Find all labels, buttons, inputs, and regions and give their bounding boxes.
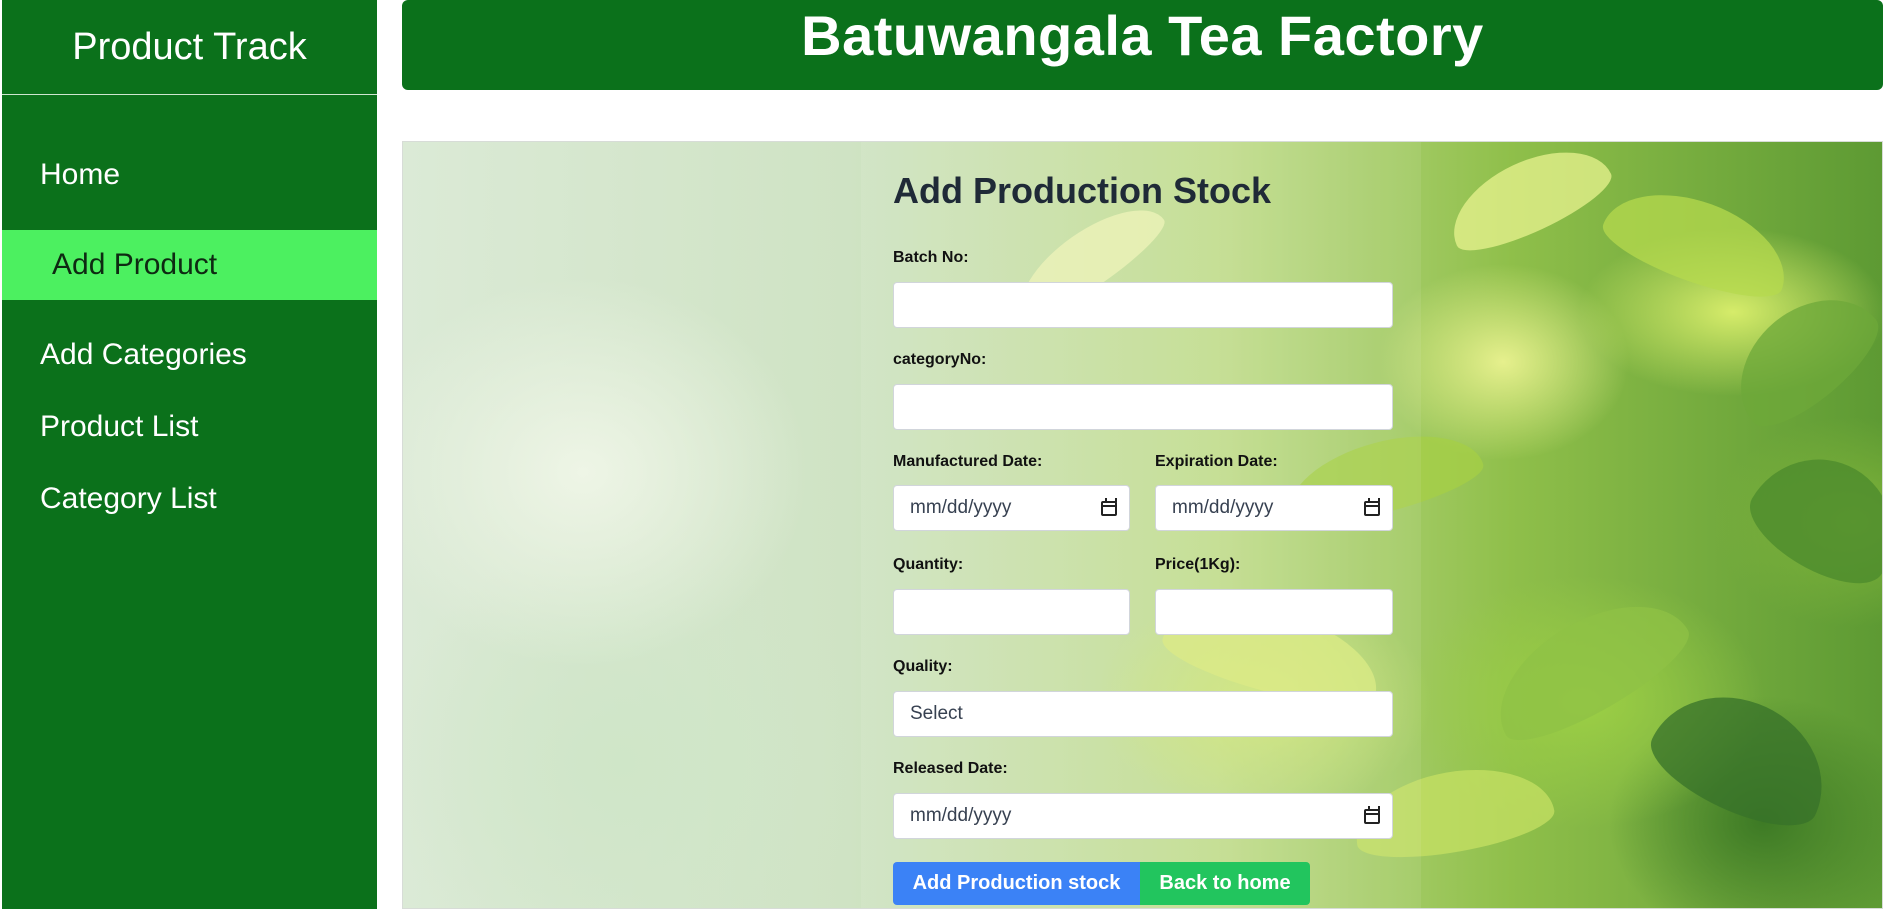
released-date-value: mm/dd/yyyy bbox=[910, 805, 1012, 826]
back-to-home-button[interactable]: Back to home bbox=[1140, 862, 1310, 905]
manufactured-date-input[interactable]: mm/dd/yyyy bbox=[893, 485, 1130, 531]
calendar-icon[interactable] bbox=[1364, 805, 1380, 824]
released-date-label: Released Date: bbox=[893, 760, 1008, 777]
leaf-shape bbox=[1595, 171, 1801, 313]
released-date-input[interactable]: mm/dd/yyyy bbox=[893, 793, 1393, 839]
calendar-icon[interactable] bbox=[1364, 497, 1380, 516]
batch-no-label: Batch No: bbox=[893, 249, 969, 266]
sidebar-item-category-list[interactable]: Category List bbox=[2, 474, 377, 524]
batch-no-input[interactable] bbox=[893, 282, 1393, 328]
quantity-input[interactable] bbox=[893, 589, 1130, 635]
sidebar-item-label: Add Product bbox=[52, 248, 218, 281]
expiration-date-value: mm/dd/yyyy bbox=[1172, 497, 1274, 518]
leaf-shape bbox=[1735, 431, 1882, 603]
sidebar-item-home[interactable]: Home bbox=[2, 145, 377, 205]
page-title: Batuwangala Tea Factory bbox=[801, 3, 1484, 67]
expiration-date-label: Expiration Date: bbox=[1155, 453, 1278, 470]
add-production-stock-button[interactable]: Add Production stock bbox=[893, 862, 1140, 905]
sidebar-item-label: Add Categories bbox=[40, 338, 247, 371]
leaf-shape bbox=[1712, 271, 1882, 443]
leaf-shape bbox=[1436, 142, 1620, 265]
category-no-input[interactable] bbox=[893, 384, 1393, 430]
quality-label: Quality: bbox=[893, 658, 953, 675]
price-input[interactable] bbox=[1155, 589, 1393, 635]
sidebar-item-add-product[interactable]: Add Product bbox=[2, 230, 377, 300]
sidebar-item-label: Home bbox=[40, 158, 121, 191]
category-no-label: categoryNo: bbox=[893, 351, 987, 368]
manufactured-date-value: mm/dd/yyyy bbox=[910, 497, 1012, 518]
quality-select-value: Select bbox=[910, 703, 963, 724]
quality-select[interactable]: Select bbox=[893, 691, 1393, 737]
leaf-shape bbox=[1638, 669, 1848, 845]
price-label: Price(1Kg): bbox=[1155, 556, 1241, 573]
sidebar-item-label: Category List bbox=[40, 482, 217, 515]
sidebar-item-label: Product List bbox=[40, 410, 199, 443]
sidebar-item-product-list[interactable]: Product List bbox=[2, 402, 377, 452]
manufactured-date-label: Manufactured Date: bbox=[893, 453, 1043, 470]
brand-title: Product Track bbox=[2, 0, 377, 95]
page-header: Batuwangala Tea Factory bbox=[402, 0, 1883, 90]
sidebar-item-add-categories[interactable]: Add Categories bbox=[2, 330, 377, 380]
quantity-label: Quantity: bbox=[893, 556, 964, 573]
expiration-date-input[interactable]: mm/dd/yyyy bbox=[1155, 485, 1393, 531]
calendar-icon[interactable] bbox=[1101, 497, 1117, 516]
form-title: Add Production Stock bbox=[893, 170, 1271, 211]
sidebar: Product Track Home Add Product Add Categ… bbox=[2, 0, 377, 909]
